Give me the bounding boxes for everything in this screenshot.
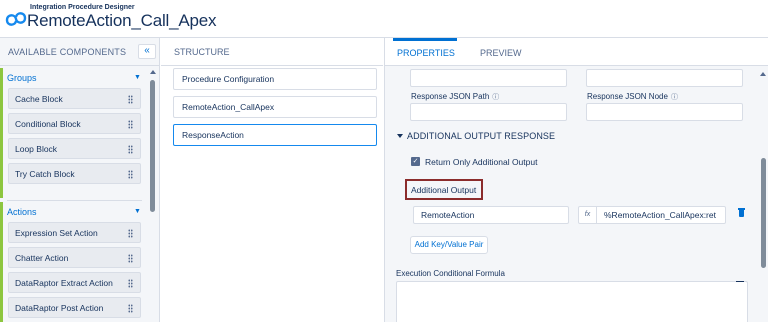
response-json-node-label: Response JSON Node ⓘ <box>587 92 678 102</box>
scrollbar-thumb[interactable] <box>761 158 766 268</box>
collapse-panel-button[interactable]: « <box>138 44 156 59</box>
page-title: RemoteAction_Call_Apex <box>27 11 217 30</box>
structure-item-procedure-configuration[interactable]: Procedure Configuration <box>173 68 377 90</box>
available-components-header: AVAILABLE COMPONENTS « <box>0 38 160 66</box>
chevron-down-icon[interactable]: ▼ <box>134 74 141 81</box>
drag-handle-icon[interactable] <box>128 120 133 129</box>
component-item[interactable]: Try Catch Block <box>8 163 141 184</box>
available-components-title: AVAILABLE COMPONENTS <box>8 47 127 57</box>
scroll-up-arrow-icon[interactable] <box>760 72 766 76</box>
previous-field-input-right[interactable] <box>586 69 743 87</box>
chevron-down-icon[interactable]: ▼ <box>134 208 141 215</box>
component-item[interactable]: Expression Set Action <box>8 222 141 243</box>
integration-procedure-logo-icon <box>5 12 27 26</box>
component-item[interactable]: Loop Block <box>8 138 141 159</box>
trash-icon[interactable] <box>739 210 744 217</box>
divider <box>7 200 142 201</box>
component-label: Loop Block <box>15 144 58 154</box>
app-subtitle: Integration Procedure Designer <box>30 4 135 11</box>
component-label: Cache Block <box>15 94 63 104</box>
info-icon[interactable]: ⓘ <box>492 94 499 101</box>
structure-item-responseaction[interactable]: ResponseAction <box>173 124 377 146</box>
app-header: Integration Procedure Designer RemoteAct… <box>0 0 768 38</box>
available-components-panel: AVAILABLE COMPONENTS « Groups ▼ Cache Bl… <box>0 38 160 322</box>
component-label: Conditional Block <box>15 119 81 129</box>
components-group-groups: Groups ▼ Cache Block Conditional Block L… <box>0 68 148 198</box>
group-header-actions[interactable]: Actions <box>7 207 37 217</box>
component-item[interactable]: Conditional Block <box>8 113 141 134</box>
return-only-checkbox[interactable]: ✓ <box>411 157 420 166</box>
group-header-groups[interactable]: Groups <box>7 73 37 83</box>
structure-title: STRUCTURE <box>174 47 230 57</box>
textarea-scroll-indicator <box>736 281 744 282</box>
component-label: Try Catch Block <box>15 169 75 179</box>
execution-conditional-formula-label: Execution Conditional Formula <box>396 269 505 278</box>
drag-handle-icon[interactable] <box>128 279 133 288</box>
additional-output-label: Additional Output <box>411 185 477 195</box>
tab-properties[interactable]: PROPERTIES <box>397 48 455 58</box>
drag-handle-icon[interactable] <box>128 145 133 154</box>
properties-panel: PROPERTIES PREVIEW Response JSON Path ⓘ R… <box>384 38 768 322</box>
drag-handle-icon[interactable] <box>128 254 133 263</box>
active-tab-indicator <box>393 38 457 41</box>
additional-output-response-section[interactable]: ADDITIONAL OUTPUT RESPONSE <box>407 131 555 141</box>
additional-output-value-input[interactable]: %RemoteAction_CallApex:ret <box>596 206 726 224</box>
info-icon[interactable]: ⓘ <box>671 94 678 101</box>
structure-panel: STRUCTURE Procedure Configuration Remote… <box>161 38 383 322</box>
component-label: Chatter Action <box>15 253 69 263</box>
response-json-node-input[interactable] <box>586 103 743 121</box>
drag-handle-icon[interactable] <box>128 304 133 313</box>
previous-field-input-left[interactable] <box>410 69 567 87</box>
scroll-up-arrow-icon[interactable] <box>150 70 156 74</box>
label-text: Response JSON Node <box>587 92 668 101</box>
component-label: DataRaptor Post Action <box>15 303 104 313</box>
component-item[interactable]: DataRaptor Extract Action <box>8 272 141 293</box>
component-item[interactable]: DataRaptor Post Action <box>8 297 141 318</box>
tab-preview[interactable]: PREVIEW <box>480 48 522 58</box>
formula-fx-button[interactable]: fx <box>578 206 597 224</box>
execution-conditional-formula-textarea[interactable] <box>396 281 748 322</box>
divider <box>161 65 383 66</box>
return-only-label: Return Only Additional Output <box>425 157 538 167</box>
group-color-bar <box>0 68 3 198</box>
drag-handle-icon[interactable] <box>128 170 133 179</box>
response-json-path-label: Response JSON Path ⓘ <box>411 92 499 102</box>
component-item[interactable]: Cache Block <box>8 88 141 109</box>
scrollbar-thumb[interactable] <box>150 80 155 212</box>
component-label: DataRaptor Extract Action <box>15 278 113 288</box>
components-group-actions: Actions ▼ Expression Set Action Chatter … <box>0 202 148 322</box>
structure-item-remoteaction-callapex[interactable]: RemoteAction_CallApex <box>173 96 377 118</box>
response-json-path-input[interactable] <box>410 103 567 121</box>
drag-handle-icon[interactable] <box>128 95 133 104</box>
add-key-value-pair-button[interactable]: Add Key/Value Pair <box>410 236 488 254</box>
label-text: Response JSON Path <box>411 92 490 101</box>
component-label: Expression Set Action <box>15 228 98 238</box>
properties-tabs: PROPERTIES PREVIEW <box>385 38 768 66</box>
section-toggle-icon[interactable] <box>397 134 403 138</box>
group-color-bar <box>0 202 3 322</box>
additional-output-key-input[interactable]: RemoteAction <box>413 206 569 224</box>
drag-handle-icon[interactable] <box>128 229 133 238</box>
component-item[interactable]: Chatter Action <box>8 247 141 268</box>
